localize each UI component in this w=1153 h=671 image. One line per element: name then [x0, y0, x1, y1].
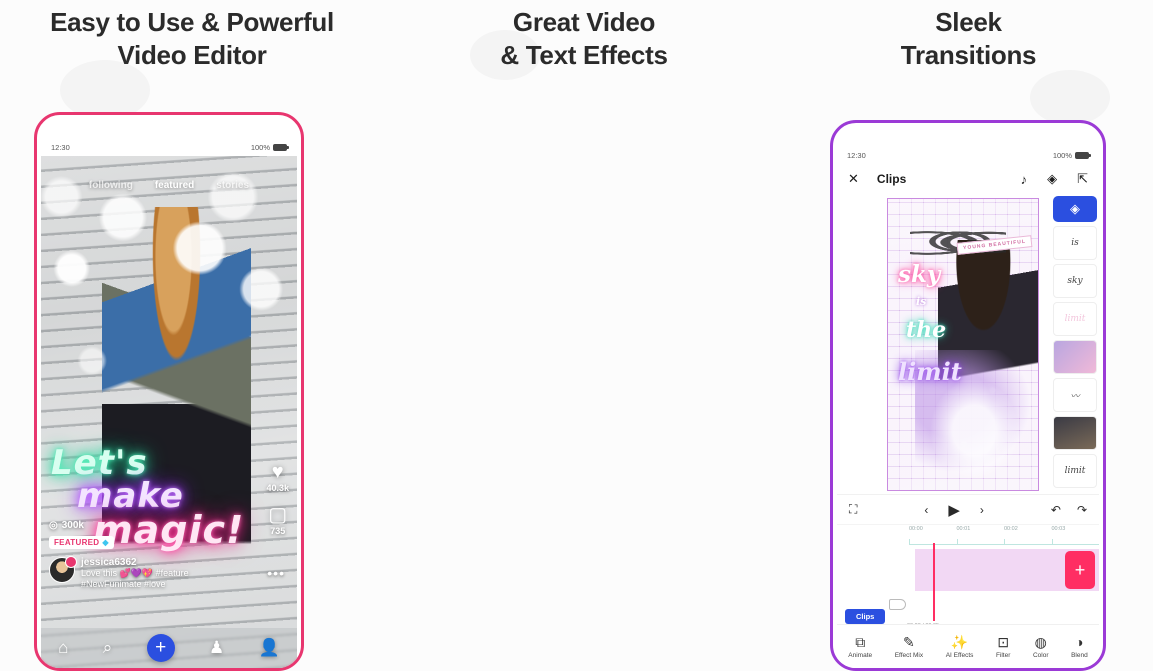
neon-line-1: Let's: [51, 443, 148, 484]
phone-1-screen: 12:30 100% following featured stories Le…: [41, 138, 297, 668]
status-right: 100%: [1052, 150, 1091, 160]
headline-3-line1: Sleek: [935, 7, 1002, 37]
feed-tab-following[interactable]: following: [89, 180, 133, 191]
status-battery-label: 100%: [250, 142, 270, 152]
headline-1-line1: Easy to Use & Powerful: [50, 7, 334, 37]
feed-tabs[interactable]: following featured stories: [41, 180, 297, 191]
headline-2-line1: Great Video: [512, 7, 656, 37]
diamond-icon: ◆: [102, 537, 109, 547]
featured-badge: FEATURED ◆: [49, 535, 114, 549]
more-options-icon[interactable]: •••: [267, 565, 285, 581]
screenshot-root: Easy to Use & Powerful Video Editor 12:3…: [0, 0, 1153, 671]
phone-mockup-1: 12:30 100% following featured stories Le…: [34, 112, 304, 671]
battery-icon: [273, 143, 289, 151]
headline-1: Easy to Use & Powerful Video Editor: [0, 6, 384, 71]
battery-icon: [1075, 151, 1091, 159]
status-time: 12:30: [847, 150, 866, 160]
feed-tab-featured[interactable]: featured: [155, 180, 194, 191]
like-action[interactable]: ♥ 40.3k: [266, 462, 289, 493]
like-count: 40.3k: [266, 483, 289, 493]
status-battery-label: 100%: [1052, 150, 1072, 160]
promo-panel-2: Great Video & Text Effects 12:30 100% ✕ …: [384, 0, 1106, 671]
bottom-navigation[interactable]: ⌂ ⌕ + ♟ 👤: [41, 628, 297, 668]
headline-3: Sleek Transitions: [784, 6, 1153, 71]
status-right: 100%: [250, 142, 289, 152]
status-bar-1: 12:30 100%: [41, 138, 297, 156]
home-icon[interactable]: ⌂: [58, 638, 68, 658]
caption-line-2: #NewFunimate #love: [81, 578, 166, 589]
feed-meta: ◎ 300k FEATURED ◆ jessica6362 Love this …: [49, 520, 289, 591]
search-icon[interactable]: ⌕: [103, 638, 113, 658]
feed-tab-stories[interactable]: stories: [216, 180, 249, 191]
promo-panel-1: Easy to Use & Powerful Video Editor 12:3…: [0, 0, 384, 671]
user-row[interactable]: jessica6362 Love this 💕💜💖 #feature #NewF…: [49, 555, 289, 591]
promo-panel-3: Sleek Transitions 12:30 100%: [784, 0, 1153, 671]
headline-2-line2: & Text Effects: [500, 39, 668, 70]
view-count: 300k: [61, 519, 84, 531]
view-count-row: ◎ 300k: [49, 520, 289, 531]
caption-line-1: Love this 💕💜💖 #feature: [81, 567, 189, 578]
eye-icon: ◎: [49, 519, 58, 531]
username[interactable]: jessica6362: [81, 557, 289, 568]
notifications-bell-icon[interactable]: ♟: [209, 638, 224, 658]
profile-icon[interactable]: 👤: [259, 638, 280, 658]
create-button[interactable]: +: [146, 634, 175, 662]
heart-icon[interactable]: ♥: [266, 462, 289, 482]
featured-badge-label: FEATURED: [54, 537, 100, 547]
headline-2: Great Video & Text Effects: [384, 6, 784, 71]
status-time: 12:30: [51, 142, 70, 152]
avatar[interactable]: [49, 555, 77, 583]
headline-1-line2: Video Editor: [117, 39, 267, 70]
feed-video[interactable]: following featured stories Let's make ma…: [41, 156, 297, 668]
status-bar-2: 12:30 100%: [837, 146, 1099, 164]
headline-3-line2: Transitions: [900, 39, 1037, 70]
